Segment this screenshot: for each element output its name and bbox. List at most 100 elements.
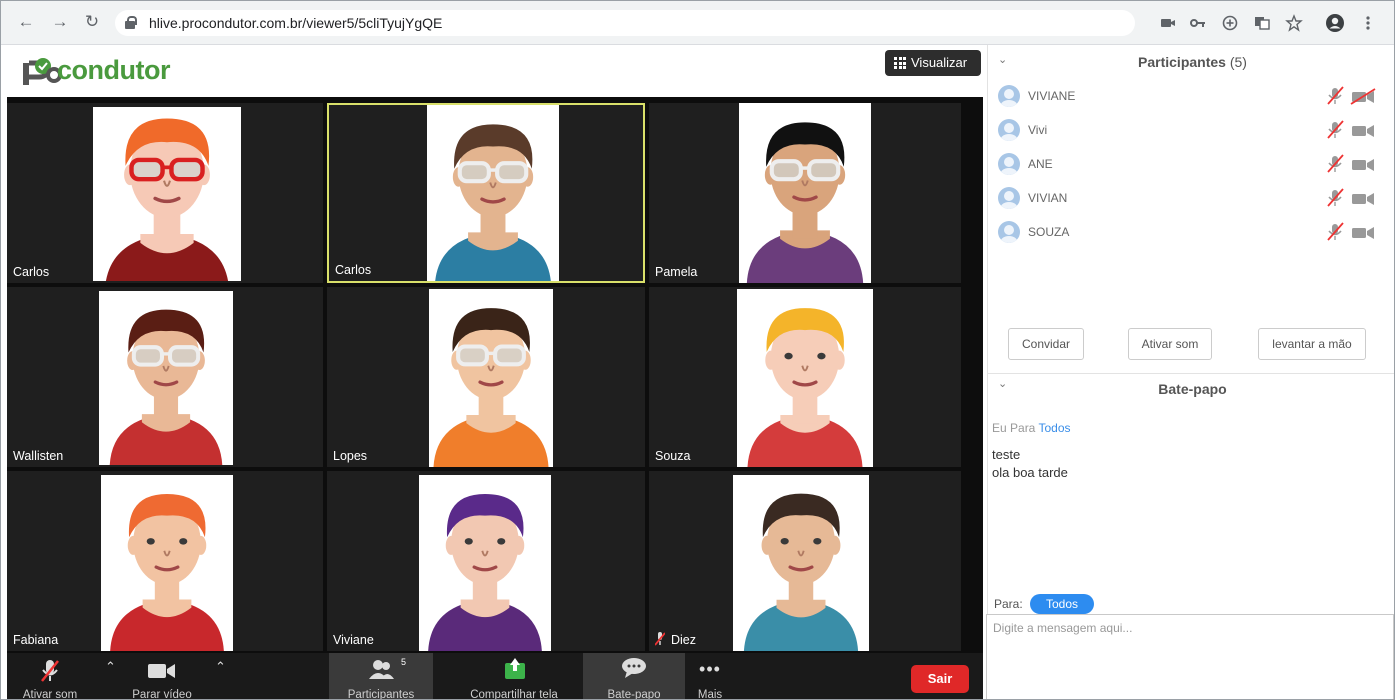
participant-video xyxy=(99,291,233,465)
leave-button[interactable]: Sair xyxy=(911,665,969,693)
procondutor-logo-icon xyxy=(23,58,61,85)
chat-title: Bate-papo xyxy=(1158,381,1227,397)
avatar-icon xyxy=(998,187,1020,209)
participant-video xyxy=(429,289,553,467)
recipient-select[interactable]: Todos xyxy=(1030,594,1094,614)
participant-name: SOUZA xyxy=(1028,225,1070,239)
microphone-muted-icon xyxy=(1327,222,1344,241)
participant-row[interactable]: Vivi xyxy=(998,117,1378,143)
star-icon[interactable] xyxy=(1285,14,1303,32)
participant-name-label: Carlos xyxy=(13,265,50,279)
participant-row[interactable]: VIVIANE xyxy=(998,83,1378,109)
video-camera-icon xyxy=(1352,193,1374,205)
forward-icon[interactable]: → xyxy=(49,11,71,33)
stop-video-label: Parar vídeo xyxy=(132,689,192,700)
avatar-illustration xyxy=(433,308,549,467)
participants-title: Participantes (5) xyxy=(1138,54,1247,70)
raise-hand-button[interactable]: levantar a mão xyxy=(1258,328,1366,360)
video-tile[interactable]: Carlos xyxy=(7,103,323,283)
participant-video xyxy=(93,107,241,281)
video-tile[interactable]: Carlos xyxy=(327,103,645,283)
participant-name-label: Lopes xyxy=(333,449,368,463)
avatar-illustration xyxy=(428,493,542,651)
recipient-label: Para: xyxy=(994,597,1023,611)
participant-status xyxy=(1327,154,1374,173)
app-header: condutor Visualizar xyxy=(7,45,987,97)
avatar-icon xyxy=(998,221,1020,243)
invite-button[interactable]: Convidar xyxy=(1008,328,1084,360)
unmute-button[interactable]: Ativar som xyxy=(13,653,87,699)
participant-video xyxy=(733,475,869,651)
chat-sender-line: Eu Para Todos xyxy=(992,421,1071,435)
browser-toolbar: ← → ↻ hlive.procondutor.com.br/viewer5/5… xyxy=(1,1,1394,45)
key-icon[interactable] xyxy=(1189,14,1207,32)
participant-name-label: Wallisten xyxy=(13,449,64,463)
avatar-illustration xyxy=(110,493,224,651)
participants-button[interactable]: 5 Participantes xyxy=(329,653,433,699)
chat-label: Bate-papo xyxy=(607,689,661,700)
participants-count-label: (5) xyxy=(1229,54,1247,70)
microphone-muted-icon xyxy=(1327,188,1344,207)
participant-row[interactable]: SOUZA xyxy=(998,219,1378,245)
participant-video xyxy=(737,289,873,467)
video-tile[interactable]: Pamela xyxy=(649,103,961,283)
back-icon[interactable]: ← xyxy=(15,11,37,33)
video-tile[interactable]: Diez xyxy=(649,471,961,651)
chat-from-label: Eu Para xyxy=(992,421,1036,435)
menu-icon[interactable] xyxy=(1359,14,1377,32)
participant-status xyxy=(1327,222,1374,241)
chat-button[interactable]: Bate-papo xyxy=(583,653,685,700)
video-camera-icon xyxy=(1352,159,1374,171)
more-dots-icon: ••• xyxy=(699,659,721,679)
view-layout-button[interactable]: Visualizar xyxy=(885,50,981,76)
participant-status xyxy=(1327,188,1374,207)
stop-video-button[interactable]: Parar vídeo xyxy=(123,653,201,700)
video-tile[interactable]: Wallisten xyxy=(7,287,323,467)
participant-video xyxy=(739,103,871,283)
video-tile[interactable]: Lopes xyxy=(327,287,645,467)
participant-name: Vivi xyxy=(1028,123,1048,137)
participant-name: VIVIAN xyxy=(1028,191,1068,205)
participant-row[interactable]: VIVIAN xyxy=(998,185,1378,211)
avatar-illustration xyxy=(105,118,229,281)
add-icon[interactable] xyxy=(1221,14,1239,32)
microphone-muted-icon xyxy=(1327,154,1344,173)
avatar-illustration xyxy=(743,493,859,651)
microphone-muted-icon xyxy=(655,632,665,646)
more-button[interactable]: ••• Mais xyxy=(691,653,729,700)
share-screen-icon xyxy=(505,658,525,679)
participant-name-label: Viviane xyxy=(333,633,374,647)
meeting-toolbar: Ativar som ⌃ Parar vídeo ⌃ 5 Participant… xyxy=(7,653,983,700)
reload-icon[interactable]: ↻ xyxy=(81,11,103,33)
side-panel: ⌄ Participantes (5) VIVIANE Vivi ANE VIV… xyxy=(986,45,1394,699)
video-tile[interactable]: Souza xyxy=(649,287,961,467)
avatar-icon xyxy=(998,153,1020,175)
audio-options-chevron-icon[interactable]: ⌃ xyxy=(105,659,116,675)
video-tile[interactable]: Fabiana xyxy=(7,471,323,651)
microphone-muted-icon xyxy=(1327,86,1344,105)
address-bar[interactable]: hlive.procondutor.com.br/viewer5/5cliTyu… xyxy=(115,10,1135,36)
chat-message: teste xyxy=(992,447,1021,462)
video-tile[interactable]: Viviane xyxy=(327,471,645,651)
more-label: Mais xyxy=(697,689,723,700)
chat-message-input[interactable]: Digite a mensagem aqui... xyxy=(986,614,1394,699)
camera-icon[interactable] xyxy=(1159,14,1177,32)
account-icon[interactable] xyxy=(1325,13,1345,33)
grid-icon xyxy=(894,57,906,69)
participant-name-label: Diez xyxy=(671,633,697,647)
participant-row[interactable]: ANE xyxy=(998,151,1378,177)
video-camera-icon xyxy=(1352,227,1374,239)
unmute-all-button[interactable]: Ativar som xyxy=(1128,328,1212,360)
translate-icon[interactable] xyxy=(1253,14,1271,32)
participant-status xyxy=(1327,120,1374,139)
chat-bubble-icon xyxy=(622,658,646,678)
chat-to-label: Todos xyxy=(1038,421,1071,435)
video-camera-icon xyxy=(148,664,175,678)
share-screen-button[interactable]: Compartilhar tela xyxy=(455,653,573,699)
url-text[interactable]: hlive.procondutor.com.br/viewer5/5cliTyu… xyxy=(149,15,442,31)
video-options-chevron-icon[interactable]: ⌃ xyxy=(215,659,226,675)
participants-icon xyxy=(369,660,394,679)
avatar-illustration xyxy=(109,309,223,465)
microphone-muted-icon xyxy=(41,660,59,682)
participant-name-label: Carlos xyxy=(335,263,372,277)
